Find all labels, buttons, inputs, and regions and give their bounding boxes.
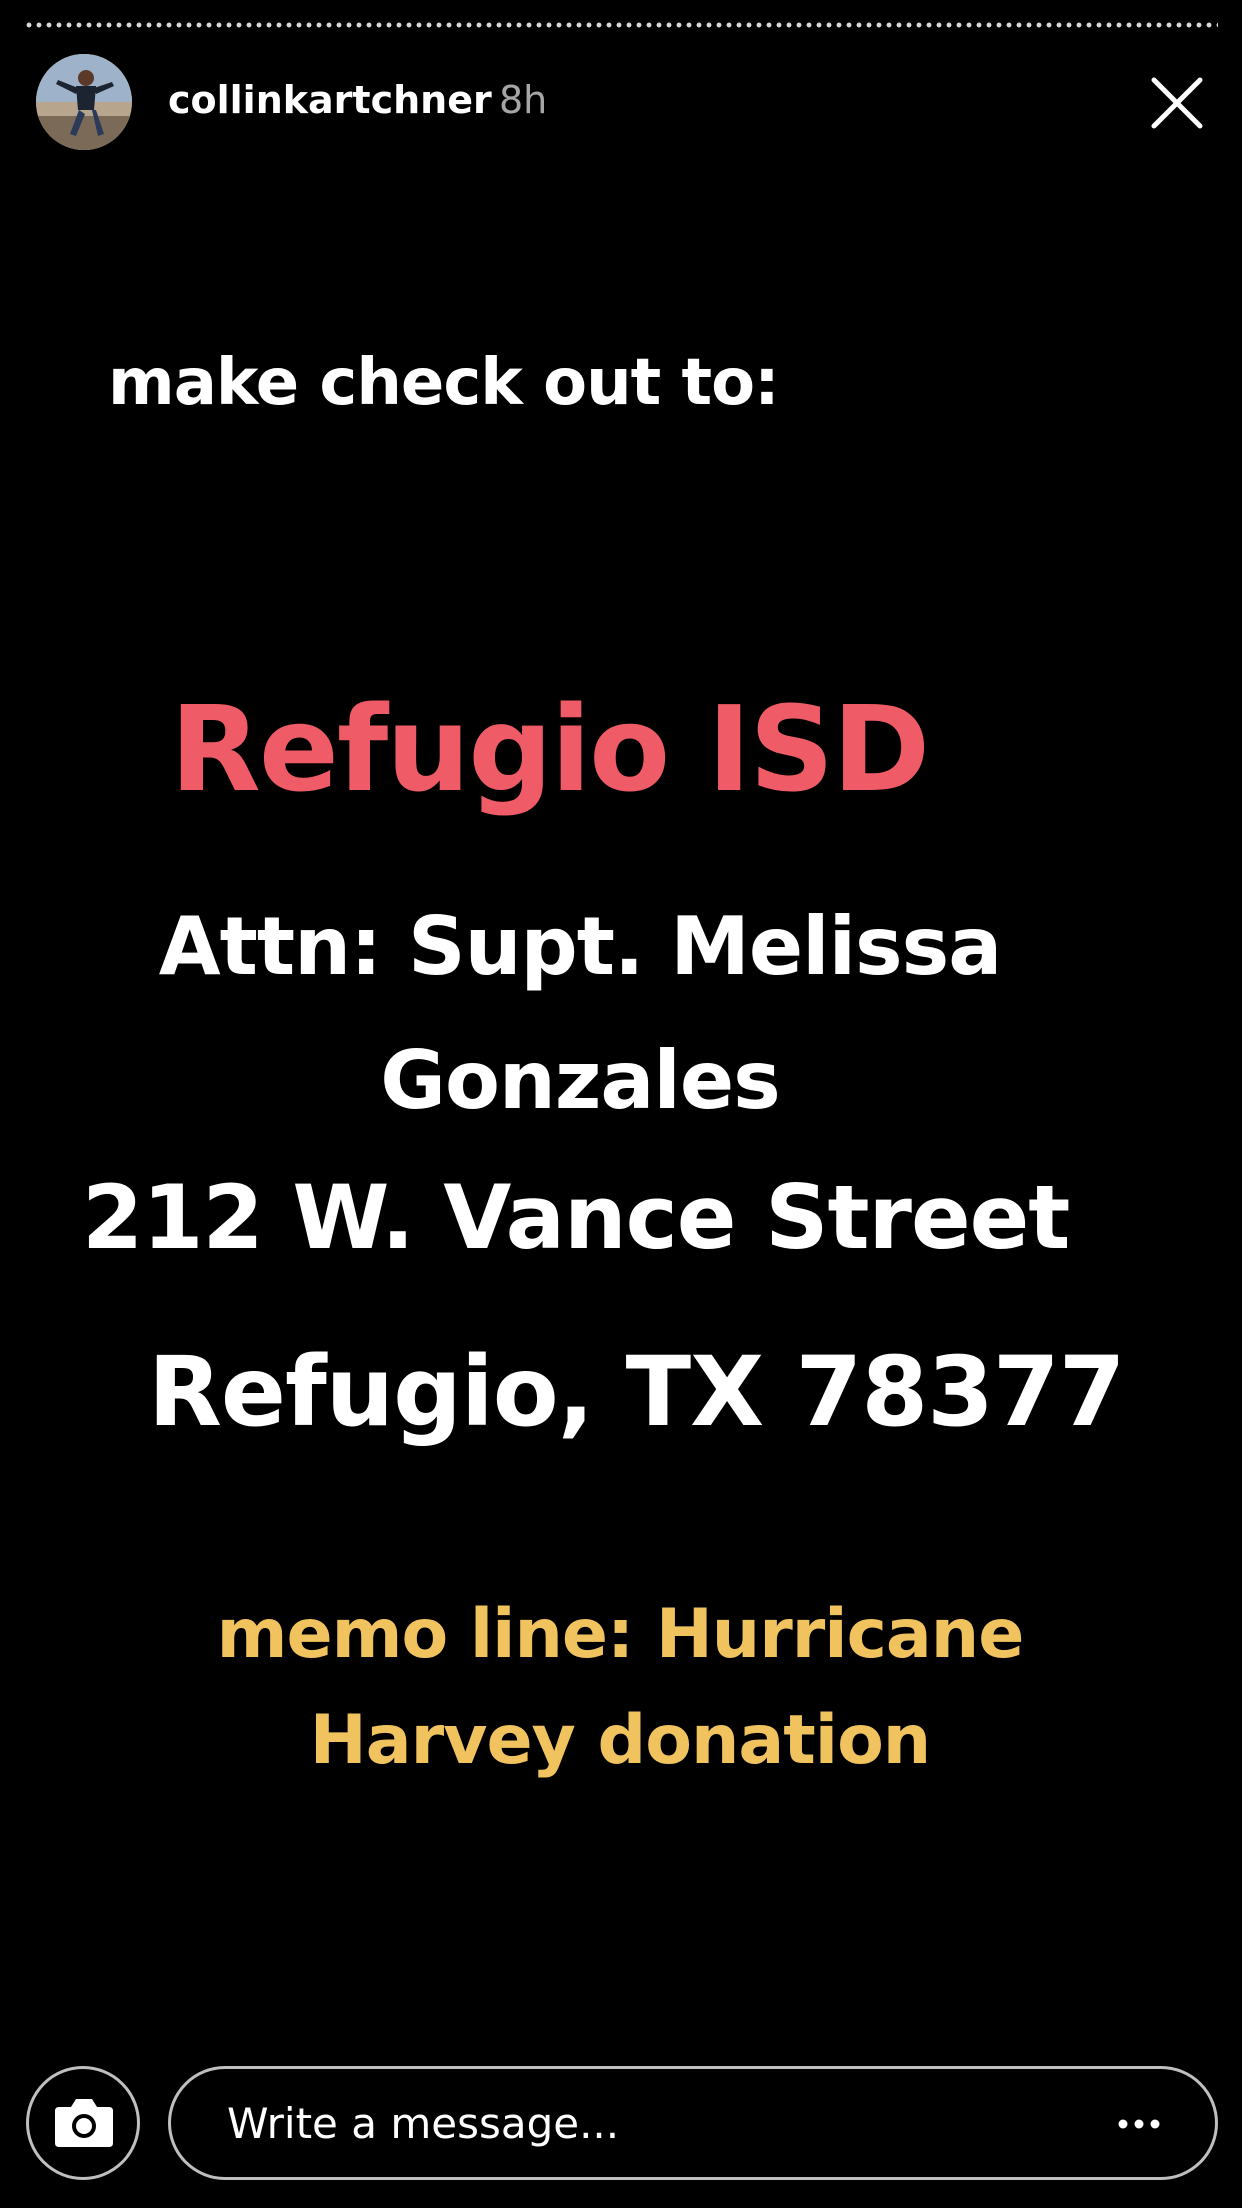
close-button[interactable]: [1146, 72, 1208, 134]
message-placeholder: Write a message...: [227, 2099, 620, 2148]
story-text-street: 212 W. Vance Street: [82, 1166, 1070, 1269]
story-text-attn: Attn: Supt. Melissa Gonzales: [158, 900, 1002, 1127]
username[interactable]: collinkartchner: [168, 76, 492, 124]
camera-button[interactable]: [26, 2066, 140, 2180]
camera-icon: [55, 2099, 113, 2147]
story-text-city: Refugio, TX 78377: [148, 1336, 1126, 1448]
story-text-org-name: Refugio ISD: [170, 680, 930, 818]
story-progress-bar: [24, 22, 1218, 28]
more-options-icon: [1118, 2119, 1160, 2129]
more-options-button[interactable]: [1115, 2109, 1163, 2139]
post-time: 8h: [499, 78, 548, 122]
story-viewer: collinkartchner 8h make check out to: Re…: [0, 0, 1242, 2208]
profile-photo-icon: [36, 54, 132, 150]
avatar[interactable]: [36, 54, 132, 150]
message-input[interactable]: Write a message...: [168, 2066, 1218, 2180]
story-text-intro: make check out to:: [108, 346, 780, 420]
close-icon: [1151, 77, 1203, 129]
story-text-memo: memo line: Hurricane Harvey donation: [216, 1595, 1025, 1780]
